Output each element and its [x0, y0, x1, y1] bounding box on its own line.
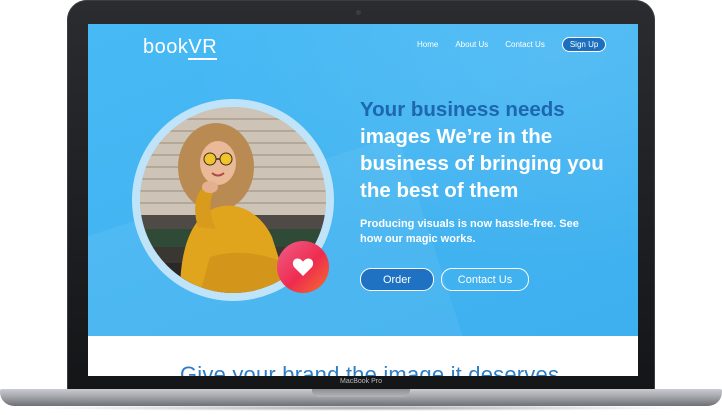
- brand-logo[interactable]: bookVR: [143, 36, 218, 60]
- device-model-label: MacBook Pro: [339, 378, 383, 385]
- sign-up-button[interactable]: Sign Up: [561, 37, 607, 52]
- hero-section: bookVR Home About Us Contact Us Sign Up: [88, 24, 638, 336]
- logo-text-vr: VR: [188, 36, 218, 60]
- top-navigation: Home About Us Contact Us Sign Up: [417, 37, 607, 52]
- hero-subtext: Producing visuals is now hassle-free. Se…: [360, 218, 579, 245]
- heart-icon: [292, 258, 314, 276]
- logo-text-book: book: [143, 36, 189, 58]
- camera-dot: [356, 10, 361, 15]
- hero-headline-rest: images We’re in the business of bringing…: [360, 125, 604, 202]
- nav-link-home[interactable]: Home: [417, 40, 438, 49]
- order-button[interactable]: Order: [360, 268, 434, 291]
- nav-link-contact-us[interactable]: Contact Us: [505, 40, 545, 49]
- hero-headline: Your business needs images We’re in the …: [360, 96, 610, 204]
- contact-us-button[interactable]: Contact Us: [441, 268, 529, 291]
- nav-link-about-us[interactable]: About Us: [455, 40, 488, 49]
- laptop-lid: bookVR Home About Us Contact Us Sign Up: [67, 0, 655, 393]
- brand-section-heading: Give your brand the image it deserves: [180, 362, 560, 376]
- laptop-screen: bookVR Home About Us Contact Us Sign Up: [88, 24, 638, 376]
- laptop-notch: [312, 389, 410, 397]
- hero-headline-line1: Your business needs: [360, 98, 565, 121]
- brand-section: Give your brand the image it deserves: [88, 336, 638, 376]
- heart-badge[interactable]: [277, 241, 329, 293]
